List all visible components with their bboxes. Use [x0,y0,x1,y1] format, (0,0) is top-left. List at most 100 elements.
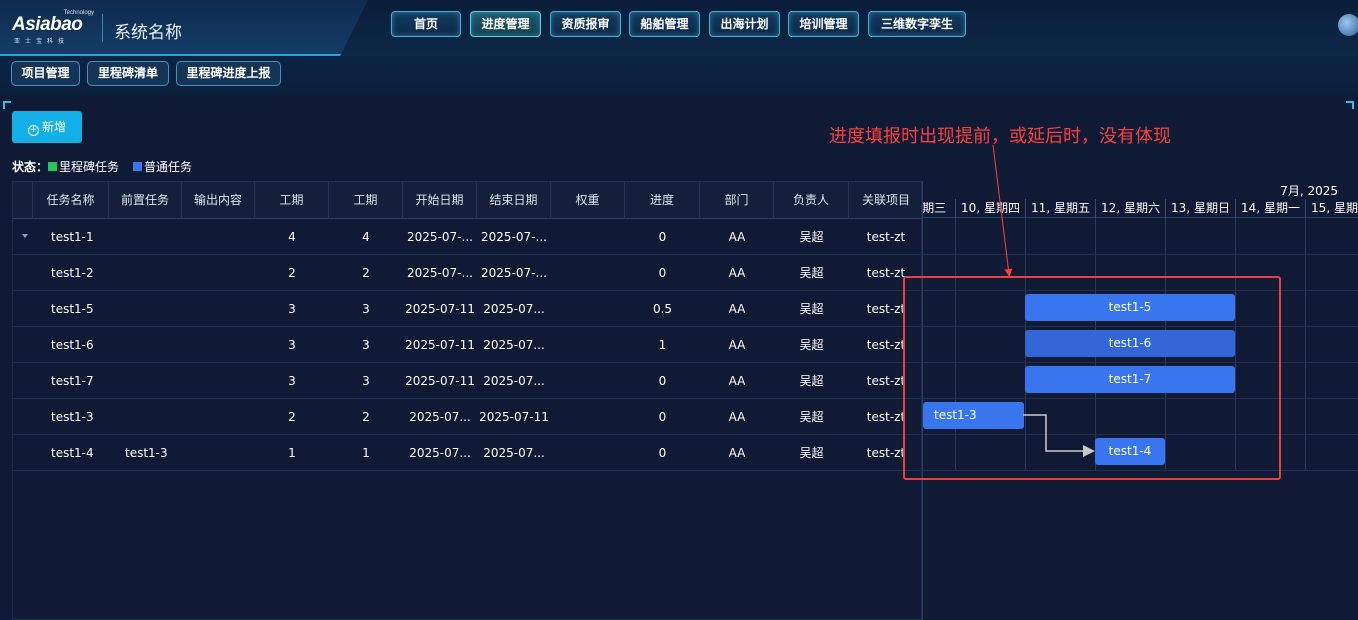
cell-owner: 吴超 [799,446,824,460]
nav-ships[interactable]: 船舶管理 [629,11,700,37]
cell-weight [551,327,625,363]
cell-end-date: 2025-07... [483,302,545,316]
cell-duration-2: 3 [362,302,370,316]
table-row[interactable]: test1-6 3 3 2025-07-11 2025-07... 1 AA 吴超 test-z… [13,327,921,363]
cell-end-date: 2025-07-... [481,266,547,280]
cell-owner: 吴超 [799,374,824,388]
cell-task-name: test1-5 [51,302,94,316]
gantt-day-label: 13, 星期日 [1165,199,1235,218]
cell-progress: 0 [658,230,667,244]
table-row[interactable]: test1-2 2 2 2025-07-... 2025-07-... 0 AA 吴超 test… [13,255,921,291]
cell-duration-2: 4 [362,230,370,244]
cell-task-name: test1-4 [51,446,94,460]
nav-training[interactable]: 培训管理 [788,11,859,37]
status-label: 状态： [12,160,49,174]
nav-home[interactable]: 首页 [391,11,461,37]
cell-start-date: 2025-07-... [407,230,473,244]
cell-duration: 3 [288,302,296,316]
cell-owner: 吴超 [799,410,824,424]
cell-task-name: test1-2 [51,266,94,280]
gantt-day-label: 15, 星期二 [1305,199,1358,218]
cell-weight [551,399,625,435]
cell-task-name: test1-6 [51,338,94,352]
cell-department: AA [728,410,746,424]
company-logo: Asiabao Technology 亚士宝科技 [12,10,94,45]
nav-qualification[interactable]: 资质报审 [550,11,621,37]
gantt-month: 7月, 2025 [1280,184,1338,198]
cell-predecessor [109,219,182,255]
cell-predecessor [109,363,182,399]
header-progress[interactable]: 进度 [625,182,700,219]
cell-weight [551,291,625,327]
header-expand [13,182,33,219]
annotation-text: 进度填报时出现提前，或延后时，没有体现 [829,126,1171,147]
cell-department: AA [728,374,746,388]
cell-predecessor [109,327,182,363]
header-weight[interactable]: 权重 [551,182,625,219]
table-row[interactable]: test1-5 3 3 2025-07-11 2025-07... 0.5 AA 吴超 test… [13,291,921,327]
cell-end-date: 2025-07... [483,374,545,388]
header-duration[interactable]: 工期 [255,182,329,219]
cell-start-date: 2025-07... [409,446,471,460]
plus-circle-icon: + [27,125,39,136]
gantt-day-label: 12, 星期六 [1095,199,1165,218]
sub-nav-projects[interactable]: 项目管理 [11,61,80,86]
add-button[interactable]: + 新增 [12,111,82,143]
header-output[interactable]: 输出内容 [182,182,255,219]
table-row[interactable]: test1-4 test1-3 1 1 2025-07... 2025-07... 0 AA 吴… [13,435,921,471]
sub-nav-milestone-report[interactable]: 里程碑进度上报 [176,61,281,86]
table-row[interactable]: test1-1 4 4 2025-07-... 2025-07-... 0 AA 吴超 test… [13,219,921,255]
header-owner[interactable]: 负责人 [774,182,849,219]
table-header: 任务名称 前置任务 输出内容 工期 工期 开始日期 结束日期 权重 进度 部门 … [13,182,921,219]
cell-predecessor [109,399,182,435]
cell-department: AA [728,266,746,280]
header-predecessor[interactable]: 前置任务 [109,182,182,219]
cell-progress: 0 [658,266,667,280]
gantt-day-header: 9, 星期三10, 星期四11, 星期五12, 星期六13, 星期日14, 星期… [923,199,1358,218]
cell-start-date: 2025-07-... [407,266,473,280]
cell-duration-2: 2 [362,266,370,280]
cell-output [182,327,255,363]
header-end-date[interactable]: 结束日期 [477,182,551,219]
header-department[interactable]: 部门 [700,182,774,219]
nav-digital-twin[interactable]: 三维数字孪生 [868,11,966,37]
add-button-label: 新增 [41,120,66,134]
header-start-date[interactable]: 开始日期 [403,182,477,219]
cell-end-date: 2025-07-11 [479,410,549,424]
cell-progress: 0 [658,446,667,460]
cell-duration-2: 2 [362,410,370,424]
cell-duration-2: 3 [362,374,370,388]
header-project[interactable]: 关联项目 [849,182,921,219]
legend-milestone: 里程碑任务 [59,160,120,174]
cell-duration: 3 [288,374,296,388]
cell-duration: 1 [288,446,296,460]
cell-start-date: 2025-07... [409,410,471,424]
cell-duration-2: 1 [362,446,370,460]
nav-progress[interactable]: 进度管理 [470,11,541,37]
gantt-day-label: 10, 星期四 [955,199,1025,218]
cell-duration: 3 [288,338,296,352]
cell-duration: 2 [288,410,296,424]
nav-sea-plan[interactable]: 出海计划 [709,11,780,37]
cell-department: AA [728,302,746,316]
cell-duration: 2 [288,266,296,280]
cell-owner: 吴超 [799,266,824,280]
cell-output [182,363,255,399]
expand-caret-icon[interactable] [22,234,28,238]
header-task-name[interactable]: 任务名称 [33,182,109,219]
cell-weight [551,219,625,255]
cell-progress: 0 [658,410,667,424]
sub-nav: 项目管理 里程碑清单 里程碑进度上报 [0,56,1358,96]
sub-nav-milestones[interactable]: 里程碑清单 [87,61,169,86]
table-row[interactable]: test1-7 3 3 2025-07-11 2025-07... 0 AA 吴超 test-z… [13,363,921,399]
logo-cn: 亚士宝科技 [14,38,70,45]
normal-task-swatch [133,162,143,171]
cell-predecessor [109,291,182,327]
user-avatar-icon[interactable] [1338,14,1358,36]
cell-weight [551,435,625,471]
cell-end-date: 2025-07... [483,446,545,460]
cell-output [182,255,255,291]
header-duration-2[interactable]: 工期 [329,182,403,219]
table-row[interactable]: test1-3 2 2 2025-07... 2025-07-11 0 AA 吴超 test-z… [13,399,921,435]
logo-divider [102,14,103,42]
